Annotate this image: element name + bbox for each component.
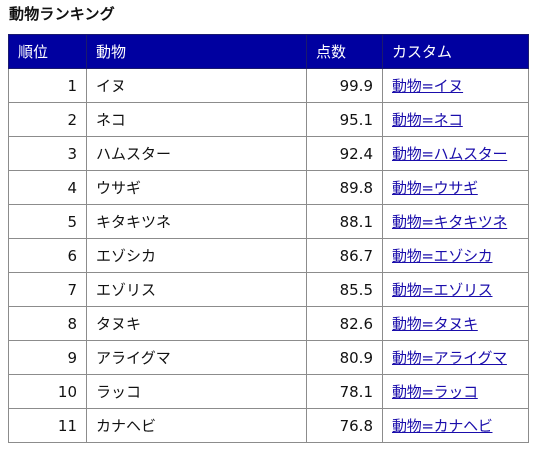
page-title: 動物ランキング [9,5,115,23]
animal-cell: イヌ [86,68,307,103]
column-header-score: 点数 [306,34,383,69]
animal-cell: ネコ [86,102,307,137]
score-cell: 86.7 [306,238,383,273]
custom-cell: 動物=ネコ [382,102,529,137]
score-cell: 76.8 [306,408,383,443]
custom-cell: 動物=ハムスター [382,136,529,171]
score-cell: 95.1 [306,102,383,137]
table-row: 11 カナヘビ 76.8 動物=カナヘビ [8,408,529,443]
custom-cell: 動物=アライグマ [382,340,529,375]
score-cell: 80.9 [306,340,383,375]
custom-link[interactable]: 動物=タヌキ [392,315,478,333]
animal-cell: アライグマ [86,340,307,375]
table-header-row: 順位 動物 点数 カスタム [8,34,529,69]
custom-cell: 動物=ウサギ [382,170,529,205]
rank-cell: 6 [8,238,87,273]
table-row: 5 キタキツネ 88.1 動物=キタキツネ [8,204,529,239]
rank-cell: 3 [8,136,87,171]
custom-link[interactable]: 動物=ウサギ [392,179,478,197]
rank-cell: 7 [8,272,87,307]
rank-cell: 10 [8,374,87,409]
rank-cell: 5 [8,204,87,239]
custom-link[interactable]: 動物=イヌ [392,77,463,95]
column-header-custom: カスタム [382,34,529,69]
table-row: 7 エゾリス 85.5 動物=エゾリス [8,272,529,307]
custom-link[interactable]: 動物=エゾシカ [392,247,493,265]
animal-cell: キタキツネ [86,204,307,239]
score-cell: 89.8 [306,170,383,205]
rank-cell: 11 [8,408,87,443]
rank-cell: 4 [8,170,87,205]
rank-cell: 2 [8,102,87,137]
column-header-animal: 動物 [86,34,307,69]
animal-cell: エゾリス [86,272,307,307]
custom-link[interactable]: 動物=アライグマ [392,349,507,367]
rank-cell: 1 [8,68,87,103]
score-cell: 78.1 [306,374,383,409]
table-row: 6 エゾシカ 86.7 動物=エゾシカ [8,238,529,273]
animal-cell: タヌキ [86,306,307,341]
animal-cell: カナヘビ [86,408,307,443]
custom-link[interactable]: 動物=ハムスター [392,145,507,163]
ranking-table: 順位 動物 点数 カスタム 1 イヌ 99.9 動物=イヌ 2 ネコ 95.1 … [8,34,529,443]
custom-cell: 動物=ラッコ [382,374,529,409]
table-row: 10 ラッコ 78.1 動物=ラッコ [8,374,529,409]
score-cell: 82.6 [306,306,383,341]
rank-cell: 9 [8,340,87,375]
animal-cell: ラッコ [86,374,307,409]
animal-cell: エゾシカ [86,238,307,273]
custom-link[interactable]: 動物=キタキツネ [392,213,507,231]
score-cell: 99.9 [306,68,383,103]
custom-cell: 動物=イヌ [382,68,529,103]
animal-cell: ウサギ [86,170,307,205]
score-cell: 88.1 [306,204,383,239]
score-cell: 85.5 [306,272,383,307]
column-header-rank: 順位 [8,34,87,69]
custom-link[interactable]: 動物=ラッコ [392,383,478,401]
custom-cell: 動物=タヌキ [382,306,529,341]
animal-cell: ハムスター [86,136,307,171]
table-row: 1 イヌ 99.9 動物=イヌ [8,68,529,103]
table-row: 8 タヌキ 82.6 動物=タヌキ [8,306,529,341]
table-row: 3 ハムスター 92.4 動物=ハムスター [8,136,529,171]
custom-link[interactable]: 動物=エゾリス [392,281,493,299]
custom-cell: 動物=エゾリス [382,272,529,307]
rank-cell: 8 [8,306,87,341]
table-row: 4 ウサギ 89.8 動物=ウサギ [8,170,529,205]
custom-cell: 動物=カナヘビ [382,408,529,443]
table-row: 2 ネコ 95.1 動物=ネコ [8,102,529,137]
custom-link[interactable]: 動物=ネコ [392,111,463,129]
custom-cell: 動物=エゾシカ [382,238,529,273]
score-cell: 92.4 [306,136,383,171]
custom-link[interactable]: 動物=カナヘビ [392,417,493,435]
custom-cell: 動物=キタキツネ [382,204,529,239]
table-row: 9 アライグマ 80.9 動物=アライグマ [8,340,529,375]
